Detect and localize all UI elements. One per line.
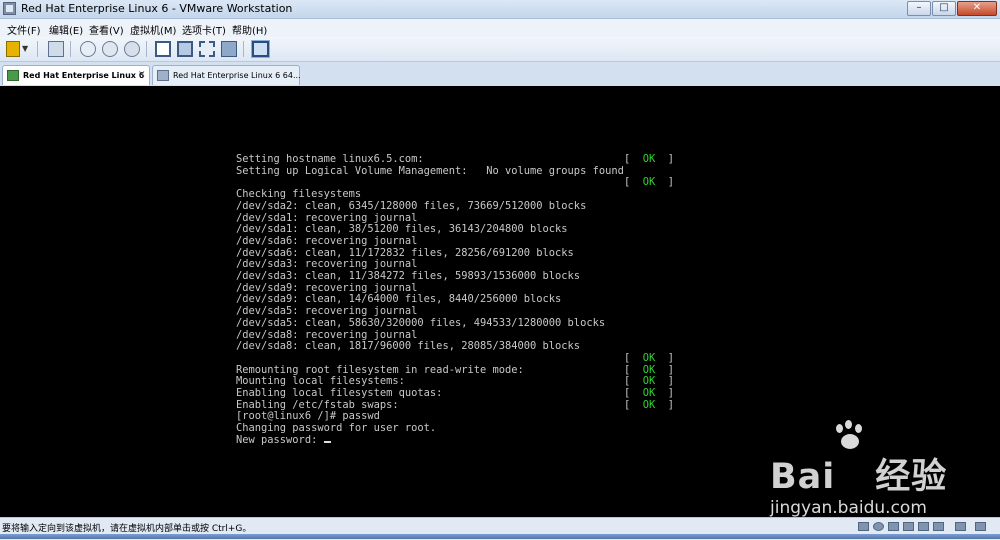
console-status-column: [ OK ] [ OK ] [ OK ] [ OK ] [ OK ] [ OK … xyxy=(624,153,675,447)
message-icon[interactable] xyxy=(975,522,986,531)
unity-icon[interactable] xyxy=(221,41,237,57)
fit-window-icon[interactable] xyxy=(199,41,215,57)
console-line: [root@linux6 /]# passwd xyxy=(236,410,380,423)
window-title: Red Hat Enterprise Linux 6 - VMware Work… xyxy=(21,2,293,15)
ok-label: OK xyxy=(642,387,656,400)
ok-status: [ OK ] xyxy=(624,153,675,165)
toolbar: ▼ xyxy=(0,37,1000,62)
cdrom-icon[interactable] xyxy=(873,522,884,531)
console-line: Enabling /etc/fstab swaps: xyxy=(236,398,399,411)
tab-rhel6[interactable]: Red Hat Enterprise Linux 6 ✕ xyxy=(2,65,150,85)
menu-view[interactable]: 查看(V) xyxy=(89,22,124,37)
status-message: 要将输入定向到该虚拟机，请在虚拟机内部单击或按 Ctrl+G。 xyxy=(2,524,252,534)
toolbar-separator xyxy=(146,41,147,57)
console-line: /dev/sda1: clean, 38/51200 files, 36143/… xyxy=(236,223,568,236)
ok-label: OK xyxy=(642,375,656,388)
vm-icon xyxy=(157,70,169,81)
ok-status: [ OK ] xyxy=(624,375,675,388)
toolbar-separator xyxy=(37,41,38,57)
ok-status: [ OK ] xyxy=(624,387,675,400)
printer-icon[interactable] xyxy=(933,522,944,531)
window-title-bar: Red Hat Enterprise Linux 6 - VMware Work… xyxy=(0,0,1000,19)
ok-label: OK xyxy=(642,363,656,376)
vm-running-icon xyxy=(7,70,19,81)
console-line: /dev/sda3: recovering journal xyxy=(236,258,418,271)
menu-tabs[interactable]: 选项卡(T) xyxy=(182,22,226,37)
console-line: Checking filesystems xyxy=(236,188,362,201)
console-line: /dev/sda8: clean, 1817/96000 files, 2808… xyxy=(236,340,581,353)
toolbar-separator xyxy=(243,41,244,57)
usb-icon[interactable] xyxy=(903,522,914,531)
watermark-logo: Bai 经验 xyxy=(770,457,948,497)
maximize-icon[interactable]: □ xyxy=(932,1,956,16)
toolbar-separator xyxy=(70,41,71,57)
menu-vm[interactable]: 虚拟机(M) xyxy=(130,22,176,37)
ok-status: [ OK ] xyxy=(624,398,675,411)
vmware-app-icon xyxy=(3,2,16,15)
ok-status: [ OK ] xyxy=(624,351,675,364)
ok-label: OK xyxy=(642,176,656,189)
console-line: /dev/sda9: recovering journal xyxy=(236,281,418,294)
tab-label: Red Hat Enterprise Linux 6 64... xyxy=(173,71,301,80)
ok-label: OK xyxy=(642,398,656,411)
console-line: /dev/sda5: clean, 58630/320000 files, 49… xyxy=(236,316,606,329)
console-line: Changing password for user root. xyxy=(236,422,437,435)
tab-label: Red Hat Enterprise Linux 6 xyxy=(23,71,145,80)
console-line: /dev/sda8: recovering journal xyxy=(236,328,418,341)
snapshot-take-icon[interactable] xyxy=(80,41,96,57)
vm-console[interactable]: Setting hostname linux6.5.com: Setting u… xyxy=(0,86,1000,517)
close-icon[interactable]: ✕ xyxy=(957,1,997,16)
watermark-url: jingyan.baidu.com xyxy=(770,498,927,517)
taskbar-strip xyxy=(0,534,1000,539)
ok-status: [ OK ] xyxy=(624,363,675,376)
close-icon[interactable]: ✕ xyxy=(138,66,146,85)
console-line: New password: xyxy=(236,433,324,446)
baidu-watermark: Bai 经验 jingyan.baidu.com xyxy=(770,420,980,517)
ok-label: OK xyxy=(642,153,656,165)
thumbnail-bar-icon[interactable] xyxy=(251,40,270,58)
console-line: Remounting root filesystem in read-write… xyxy=(236,363,524,376)
console-line: /dev/sda9: clean, 14/64000 files, 8440/2… xyxy=(236,293,562,306)
console-line: Setting up Logical Volume Management: No… xyxy=(236,164,624,177)
ok-status: [ OK ] xyxy=(624,176,675,189)
snapshot-revert-icon[interactable] xyxy=(102,41,118,57)
console-output: Setting hostname linux6.5.com: Setting u… xyxy=(236,153,624,447)
network-adapter-icon[interactable] xyxy=(888,522,899,531)
menu-file[interactable]: 文件(F) xyxy=(7,22,41,37)
power-pause-icon[interactable] xyxy=(6,41,20,57)
display-icon[interactable] xyxy=(955,522,966,531)
menu-help[interactable]: 帮助(H) xyxy=(232,22,267,37)
tab-rhel6-64[interactable]: Red Hat Enterprise Linux 6 64... xyxy=(152,65,301,85)
dropdown-icon[interactable]: ▼ xyxy=(22,41,30,57)
window-controls: – □ ✕ xyxy=(906,1,997,16)
console-cursor xyxy=(323,440,331,443)
ok-label: OK xyxy=(642,351,656,364)
minimize-icon[interactable]: – xyxy=(907,1,931,16)
console-line: Mounting local filesystems: xyxy=(236,375,405,388)
console-line: Enabling local filesystem quotas: xyxy=(236,387,443,400)
console-view-icon[interactable] xyxy=(155,41,171,57)
menu-edit[interactable]: 编辑(E) xyxy=(49,22,83,37)
console-line: /dev/sda2: clean, 6345/128000 files, 736… xyxy=(236,199,587,212)
sound-icon[interactable] xyxy=(918,522,929,531)
hdd-icon[interactable] xyxy=(858,522,869,531)
vm-tab-bar: Red Hat Enterprise Linux 6 ✕ Red Hat Ent… xyxy=(0,62,1000,86)
network-icon[interactable] xyxy=(48,41,64,57)
console-line: /dev/sda5: recovering journal xyxy=(236,305,418,318)
console-line: /dev/sda6: recovering journal xyxy=(236,234,418,247)
console-line: /dev/sda3: clean, 11/384272 files, 59893… xyxy=(236,270,581,283)
full-screen-icon[interactable] xyxy=(177,41,193,57)
console-line: Setting hostname linux6.5.com: xyxy=(236,153,424,165)
menu-bar: 文件(F) 编辑(E) 查看(V) 虚拟机(M) 选项卡(T) 帮助(H) xyxy=(0,19,1000,37)
snapshot-manager-icon[interactable] xyxy=(124,41,140,57)
console-line: /dev/sda6: clean, 11/172832 files, 28256… xyxy=(236,246,574,259)
console-line: /dev/sda1: recovering journal xyxy=(236,211,418,224)
